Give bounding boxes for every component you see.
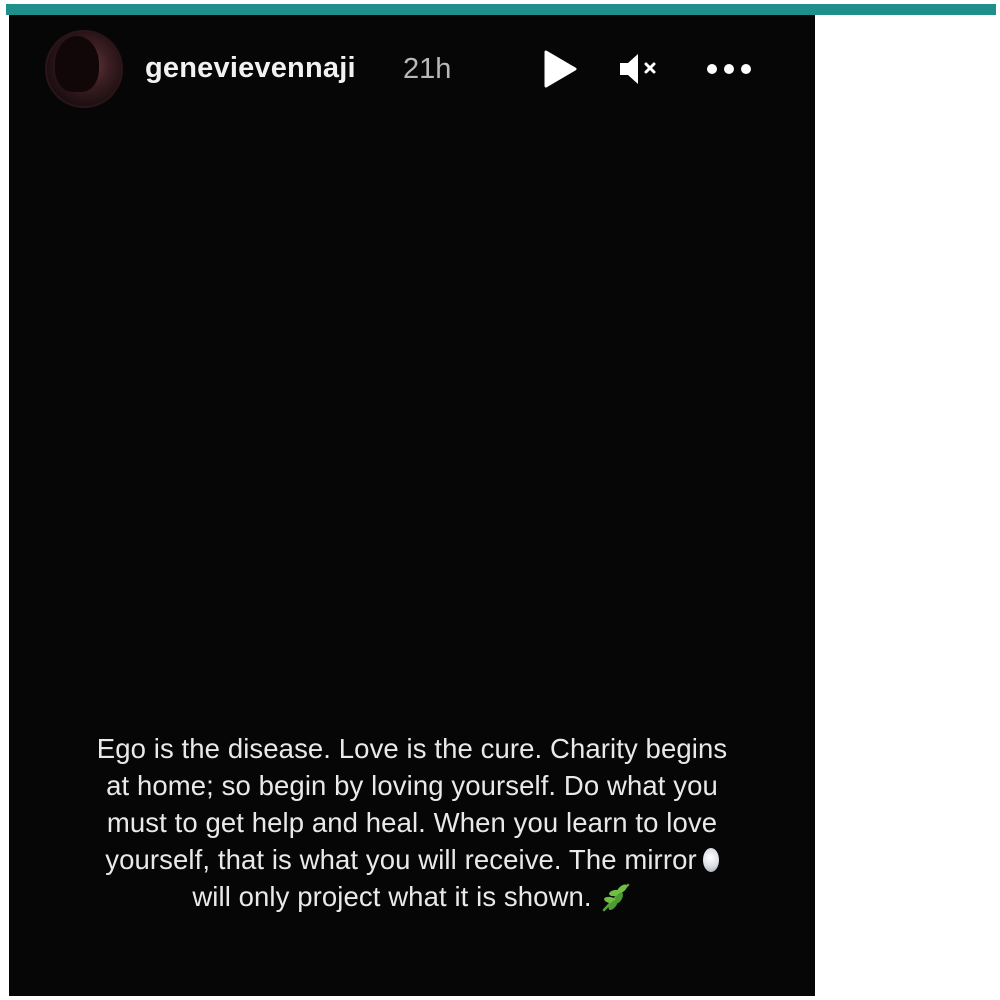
story-header: genevievennaji 21h: [9, 15, 815, 125]
story-viewer[interactable]: genevievennaji 21h Ego is the disease. L…: [9, 15, 815, 996]
mirror-emoji-icon: [702, 848, 719, 872]
more-options-button[interactable]: [701, 45, 757, 93]
story-caption: Ego is the disease. Love is the cure. Ch…: [29, 730, 795, 915]
herb-emoji-icon: [602, 883, 629, 912]
caption-line: yourself, that is what you will receive.…: [105, 844, 697, 875]
caption-line-with-emoji: will only project what it is shown.: [29, 878, 795, 915]
speaker-muted-icon: [620, 54, 656, 84]
caption-line: will only project what it is shown.: [192, 881, 592, 912]
caption-line-with-emoji: yourself, that is what you will receive.…: [29, 841, 795, 878]
caption-line: Ego is the disease. Love is the cure. Ch…: [96, 733, 728, 764]
timestamp: 21h: [403, 53, 452, 85]
avatar[interactable]: [45, 30, 123, 108]
play-icon: [544, 50, 577, 88]
play-button[interactable]: [537, 45, 583, 93]
avatar-image: [55, 36, 99, 92]
caption-line: must to get help and heal. When you lear…: [106, 807, 718, 838]
mute-button[interactable]: [611, 45, 667, 93]
more-horizontal-icon: [707, 64, 751, 74]
screenshot-frame: genevievennaji 21h Ego is the disease. L…: [0, 0, 1000, 1000]
caption-line: at home; so begin by loving yourself. Do…: [106, 770, 718, 801]
progress-bar: [6, 4, 996, 15]
username[interactable]: genevievennaji: [145, 52, 356, 85]
